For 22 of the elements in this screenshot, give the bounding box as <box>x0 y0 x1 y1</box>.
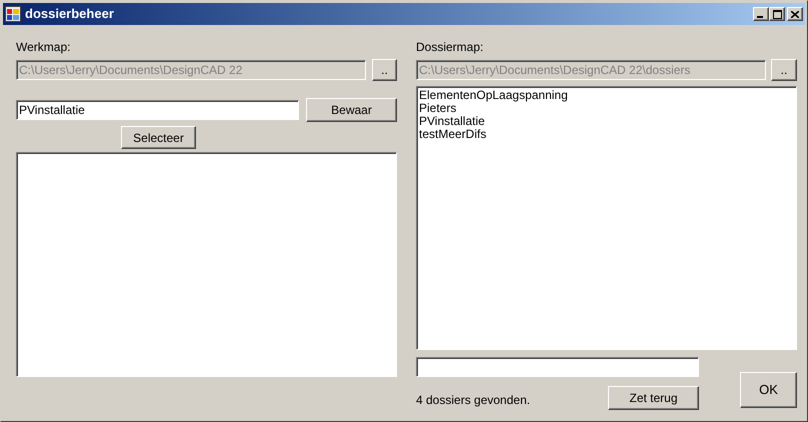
maximize-icon <box>772 10 782 18</box>
status-text: 4 dossiers gevonden. <box>416 392 532 409</box>
app-icon <box>5 6 21 22</box>
browse-button[interactable]: .. <box>372 59 397 81</box>
list-item[interactable]: testMeerDifs <box>419 128 486 141</box>
browse-button[interactable]: .. <box>771 59 797 81</box>
window-title: dossierbeheer <box>25 5 114 24</box>
close-icon <box>791 10 799 18</box>
close-button[interactable] <box>787 7 803 21</box>
minimize-button[interactable] <box>753 7 769 21</box>
text-field[interactable]: PVinstallatie <box>16 100 299 120</box>
select-button[interactable]: Selecteer <box>121 126 196 149</box>
save-button[interactable]: Bewaar <box>306 98 397 122</box>
list-item[interactable]: Pieters <box>419 102 456 115</box>
maximize-button[interactable] <box>769 7 785 21</box>
text-field[interactable] <box>416 357 699 377</box>
list-item[interactable]: PVinstallatie <box>419 115 485 128</box>
ok-button[interactable]: OK <box>740 372 797 408</box>
field-label: Werkmap: <box>16 39 72 56</box>
field-label: Dossiermap: <box>416 39 484 56</box>
reset-button[interactable]: Zet terug <box>608 386 699 410</box>
list-item[interactable]: ElementenOpLaagspanning <box>419 89 568 102</box>
